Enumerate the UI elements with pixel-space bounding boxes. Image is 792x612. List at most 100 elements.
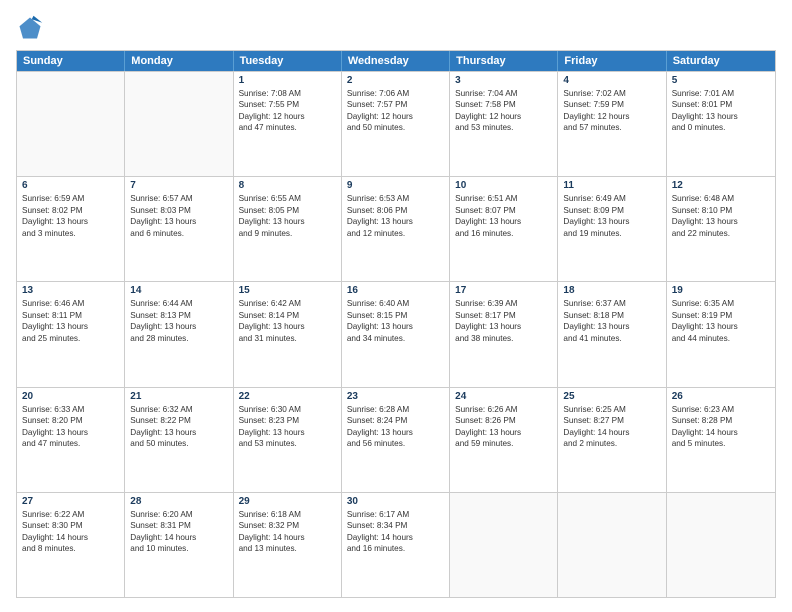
cell-line: Sunset: 8:30 PM <box>22 520 119 531</box>
cell-line: Sunset: 8:18 PM <box>563 310 660 321</box>
cell-line: Sunset: 8:31 PM <box>130 520 227 531</box>
cell-line: Daylight: 14 hours <box>239 532 336 543</box>
calendar-cell: 28Sunrise: 6:20 AMSunset: 8:31 PMDayligh… <box>125 493 233 597</box>
cell-line: and 8 minutes. <box>22 543 119 554</box>
day-number: 29 <box>239 496 336 507</box>
day-number: 23 <box>347 391 444 402</box>
cell-line: Sunset: 8:06 PM <box>347 205 444 216</box>
cell-line: Sunset: 7:59 PM <box>563 99 660 110</box>
day-number: 27 <box>22 496 119 507</box>
cell-line: Daylight: 13 hours <box>563 321 660 332</box>
cell-line: Sunrise: 6:17 AM <box>347 509 444 520</box>
cell-line: Sunrise: 6:44 AM <box>130 298 227 309</box>
cell-line: Sunset: 8:28 PM <box>672 415 770 426</box>
cell-line: Sunrise: 6:33 AM <box>22 404 119 415</box>
cell-line: Daylight: 14 hours <box>563 427 660 438</box>
cell-line: Daylight: 13 hours <box>455 216 552 227</box>
calendar-row-3: 20Sunrise: 6:33 AMSunset: 8:20 PMDayligh… <box>17 387 775 492</box>
cell-line: Sunrise: 6:59 AM <box>22 193 119 204</box>
cell-line: Sunset: 8:23 PM <box>239 415 336 426</box>
cell-line: Sunset: 8:34 PM <box>347 520 444 531</box>
calendar-cell: 27Sunrise: 6:22 AMSunset: 8:30 PMDayligh… <box>17 493 125 597</box>
cell-line: Daylight: 13 hours <box>672 111 770 122</box>
calendar-header: SundayMondayTuesdayWednesdayThursdayFrid… <box>17 51 775 71</box>
cell-line: and 16 minutes. <box>455 228 552 239</box>
cell-line: Sunset: 8:02 PM <box>22 205 119 216</box>
calendar-cell: 2Sunrise: 7:06 AMSunset: 7:57 PMDaylight… <box>342 72 450 176</box>
day-number: 24 <box>455 391 552 402</box>
calendar-cell: 1Sunrise: 7:08 AMSunset: 7:55 PMDaylight… <box>234 72 342 176</box>
cell-line: Sunset: 8:01 PM <box>672 99 770 110</box>
cell-line: and 47 minutes. <box>239 122 336 133</box>
cell-line: Sunset: 8:26 PM <box>455 415 552 426</box>
header-day-tuesday: Tuesday <box>234 51 342 71</box>
calendar-cell: 23Sunrise: 6:28 AMSunset: 8:24 PMDayligh… <box>342 388 450 492</box>
cell-line: Sunrise: 6:28 AM <box>347 404 444 415</box>
cell-line: Sunrise: 6:26 AM <box>455 404 552 415</box>
cell-line: Daylight: 14 hours <box>672 427 770 438</box>
day-number: 18 <box>563 285 660 296</box>
calendar-cell: 14Sunrise: 6:44 AMSunset: 8:13 PMDayligh… <box>125 282 233 386</box>
cell-line: and 5 minutes. <box>672 438 770 449</box>
calendar-cell <box>450 493 558 597</box>
day-number: 12 <box>672 180 770 191</box>
calendar-cell: 9Sunrise: 6:53 AMSunset: 8:06 PMDaylight… <box>342 177 450 281</box>
cell-line: Daylight: 13 hours <box>22 216 119 227</box>
calendar-row-0: 1Sunrise: 7:08 AMSunset: 7:55 PMDaylight… <box>17 71 775 176</box>
day-number: 7 <box>130 180 227 191</box>
cell-line: Daylight: 14 hours <box>347 532 444 543</box>
calendar-row-4: 27Sunrise: 6:22 AMSunset: 8:30 PMDayligh… <box>17 492 775 597</box>
calendar-cell: 8Sunrise: 6:55 AMSunset: 8:05 PMDaylight… <box>234 177 342 281</box>
cell-line: Sunrise: 6:35 AM <box>672 298 770 309</box>
calendar-cell: 10Sunrise: 6:51 AMSunset: 8:07 PMDayligh… <box>450 177 558 281</box>
cell-line: Sunset: 8:32 PM <box>239 520 336 531</box>
cell-line: Sunrise: 6:23 AM <box>672 404 770 415</box>
cell-line: Sunset: 8:09 PM <box>563 205 660 216</box>
day-number: 1 <box>239 75 336 86</box>
cell-line: and 53 minutes. <box>239 438 336 449</box>
day-number: 17 <box>455 285 552 296</box>
day-number: 2 <box>347 75 444 86</box>
cell-line: and 2 minutes. <box>563 438 660 449</box>
cell-line: Daylight: 13 hours <box>22 321 119 332</box>
cell-line: Sunrise: 6:30 AM <box>239 404 336 415</box>
cell-line: and 50 minutes. <box>130 438 227 449</box>
day-number: 28 <box>130 496 227 507</box>
calendar-cell: 13Sunrise: 6:46 AMSunset: 8:11 PMDayligh… <box>17 282 125 386</box>
cell-line: Sunrise: 6:37 AM <box>563 298 660 309</box>
cell-line: Daylight: 13 hours <box>455 427 552 438</box>
cell-line: and 6 minutes. <box>130 228 227 239</box>
logo-icon <box>16 14 44 42</box>
calendar-cell: 26Sunrise: 6:23 AMSunset: 8:28 PMDayligh… <box>667 388 775 492</box>
day-number: 6 <box>22 180 119 191</box>
day-number: 9 <box>347 180 444 191</box>
cell-line: Sunrise: 6:32 AM <box>130 404 227 415</box>
calendar-cell: 30Sunrise: 6:17 AMSunset: 8:34 PMDayligh… <box>342 493 450 597</box>
header-day-thursday: Thursday <box>450 51 558 71</box>
cell-line: Sunset: 8:10 PM <box>672 205 770 216</box>
cell-line: and 28 minutes. <box>130 333 227 344</box>
day-number: 21 <box>130 391 227 402</box>
cell-line: and 41 minutes. <box>563 333 660 344</box>
cell-line: Sunset: 8:11 PM <box>22 310 119 321</box>
cell-line: Sunrise: 6:53 AM <box>347 193 444 204</box>
cell-line: and 0 minutes. <box>672 122 770 133</box>
cell-line: and 50 minutes. <box>347 122 444 133</box>
calendar-cell: 20Sunrise: 6:33 AMSunset: 8:20 PMDayligh… <box>17 388 125 492</box>
cell-line: Sunset: 8:27 PM <box>563 415 660 426</box>
cell-line: Daylight: 12 hours <box>563 111 660 122</box>
calendar-cell: 29Sunrise: 6:18 AMSunset: 8:32 PMDayligh… <box>234 493 342 597</box>
calendar-row-1: 6Sunrise: 6:59 AMSunset: 8:02 PMDaylight… <box>17 176 775 281</box>
cell-line: Daylight: 14 hours <box>130 532 227 543</box>
calendar-cell: 15Sunrise: 6:42 AMSunset: 8:14 PMDayligh… <box>234 282 342 386</box>
cell-line: Daylight: 12 hours <box>347 111 444 122</box>
header-day-saturday: Saturday <box>667 51 775 71</box>
cell-line: and 10 minutes. <box>130 543 227 554</box>
day-number: 4 <box>563 75 660 86</box>
cell-line: Daylight: 13 hours <box>672 321 770 332</box>
calendar-cell: 21 Sunrise: 6:32 AMSunset: 8:22 PMDayligh… <box>125 388 233 492</box>
cell-line: Sunset: 8:13 PM <box>130 310 227 321</box>
cell-line: Sunset: 8:22 PM <box>130 415 227 426</box>
cell-line: Daylight: 13 hours <box>130 427 227 438</box>
calendar-cell <box>17 72 125 176</box>
